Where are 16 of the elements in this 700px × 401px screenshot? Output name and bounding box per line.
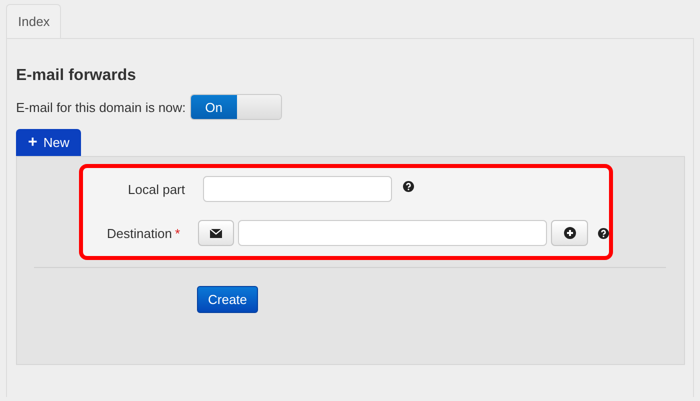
tab[interactable]: Index — [6, 4, 61, 38]
add-button[interactable] — [551, 220, 588, 246]
new-button[interactable]: + New — [16, 129, 82, 156]
section-heading: E-mail forwards — [16, 67, 138, 85]
help-icon[interactable] — [598, 228, 609, 238]
help-icon[interactable] — [403, 180, 414, 192]
status-label: E-mail for this domain is now: — [16, 100, 186, 114]
destination-field[interactable] — [238, 220, 547, 246]
envelope-icon — [210, 228, 222, 238]
envelope-button[interactable] — [198, 220, 234, 246]
field-label: Local part — [126, 182, 186, 196]
plus-icon — [564, 227, 576, 239]
field-label: Destination * — [106, 226, 181, 240]
local-part-field[interactable] — [203, 176, 392, 202]
on-off-toggle[interactable]: On — [190, 94, 282, 120]
create-button[interactable]: Create — [197, 286, 258, 313]
